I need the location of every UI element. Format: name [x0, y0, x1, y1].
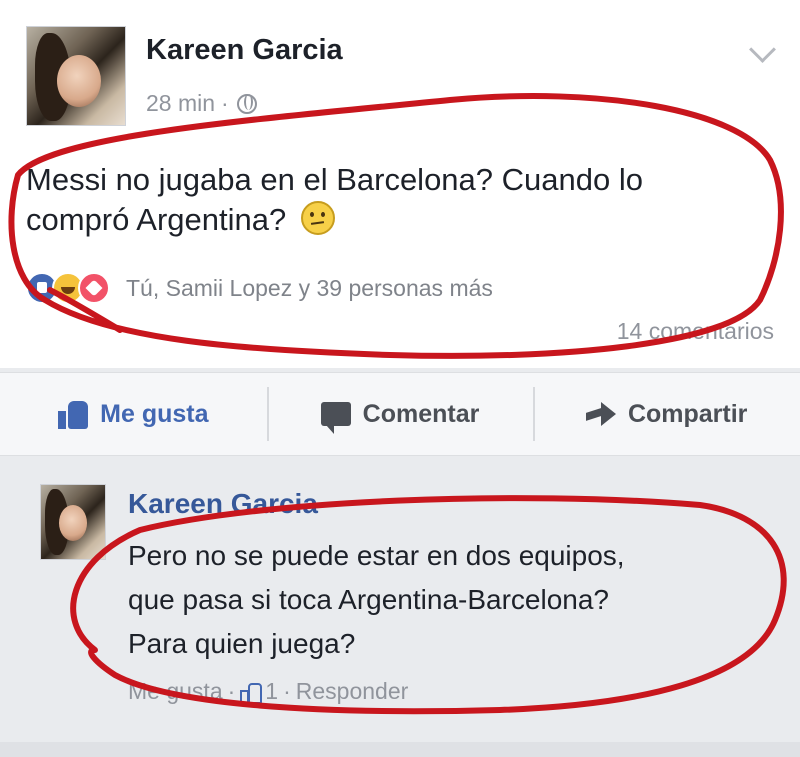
post-meta: 28 min ·: [146, 90, 257, 117]
like-button[interactable]: Me gusta: [0, 373, 267, 455]
comment-author-name[interactable]: Kareen Garcia: [128, 488, 318, 520]
comment-reply-link[interactable]: Responder: [296, 678, 409, 705]
post-text: Messi no jugaba en el Barcelona? Cuando …: [26, 160, 766, 240]
author-avatar[interactable]: [26, 26, 126, 126]
bottom-divider: [0, 742, 800, 757]
post-author-name[interactable]: Kareen Garcia: [146, 34, 343, 67]
post-time[interactable]: 28 min: [146, 90, 215, 117]
post-card: Kareen Garcia 28 min · Messi no jugaba e…: [0, 0, 800, 368]
thumbs-up-icon: [58, 399, 89, 429]
avatar-face: [59, 505, 87, 541]
comments-count-link[interactable]: 14 comentarios: [617, 318, 774, 345]
share-arrow-icon: [586, 402, 616, 426]
comment-line-3: Para quien juega?: [128, 628, 356, 659]
comment-actions: Me gusta · 1 · Responder: [128, 678, 409, 706]
comment-line-2: que pasa si toca Argentina-Barcelona?: [128, 584, 609, 615]
chevron-down-icon[interactable]: [749, 36, 776, 63]
thumbs-up-icon: [240, 682, 263, 706]
reactions-text: Tú, Samii Lopez y 39 personas más: [126, 274, 493, 301]
comment-button[interactable]: Comentar: [266, 373, 534, 455]
comment-button-label: Comentar: [362, 399, 480, 428]
confused-face-icon: [300, 201, 335, 235]
comment-line-1: Pero no se puede estar en dos equipos,: [128, 540, 625, 571]
share-button[interactable]: Compartir: [533, 373, 800, 455]
speech-bubble-icon: [320, 402, 351, 434]
post-action-bar: Me gusta Comentar Compartir: [0, 372, 800, 456]
like-button-label: Me gusta: [100, 399, 209, 428]
comment-item: Kareen Garcia Pero no se puede estar en …: [0, 460, 800, 740]
love-reaction-icon: [78, 272, 110, 304]
avatar-face: [57, 55, 101, 107]
comment-like-count[interactable]: 1: [265, 678, 278, 705]
comment-text: Pero no se puede estar en dos equipos, q…: [128, 534, 768, 666]
globe-icon: [236, 93, 257, 114]
comment-separator: ·: [283, 678, 291, 704]
reactions-summary[interactable]: Tú, Samii Lopez y 39 personas más: [26, 272, 493, 304]
post-text-line-2: compró Argentina?: [26, 202, 287, 237]
share-button-label: Compartir: [627, 399, 748, 428]
meta-separator: ·: [221, 90, 229, 116]
comment-like-link[interactable]: Me gusta: [128, 678, 223, 705]
comment-separator: ·: [227, 678, 236, 704]
post-text-line-1: Messi no jugaba en el Barcelona? Cuando …: [26, 162, 643, 197]
commenter-avatar[interactable]: [40, 484, 106, 560]
